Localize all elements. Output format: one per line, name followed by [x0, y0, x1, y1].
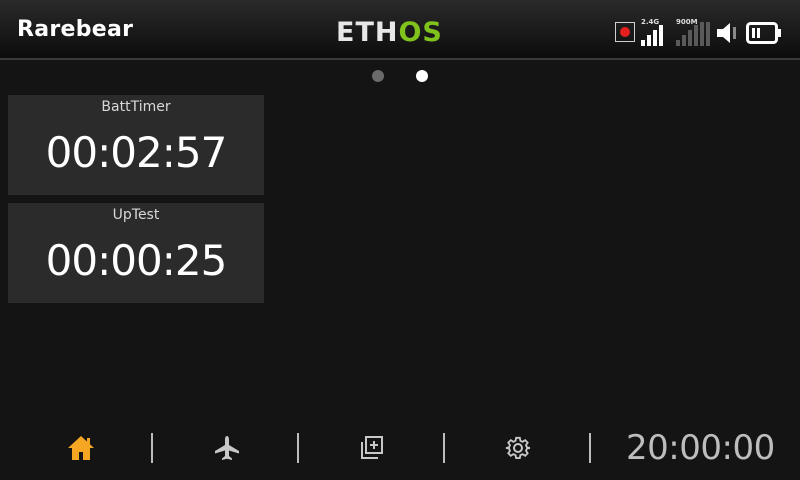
model-button[interactable] [207, 430, 247, 466]
home-button[interactable] [61, 430, 101, 466]
speaker-icon[interactable] [716, 22, 740, 44]
page-dot-2-active[interactable] [416, 70, 428, 82]
settings-button[interactable] [498, 430, 538, 466]
model-name[interactable]: Rarebear [17, 17, 133, 42]
home-icon [68, 436, 94, 460]
page-dot-1[interactable] [372, 70, 384, 82]
widget-value: 00:02:57 [45, 128, 228, 177]
logo-os: OS [398, 17, 443, 48]
widget-value: 00:00:25 [45, 236, 228, 285]
nav-separator [297, 433, 299, 463]
layout-button[interactable] [352, 430, 392, 466]
timer-widget-batttimer[interactable]: BattTimer 00:02:57 [8, 95, 264, 195]
page-indicator [372, 70, 432, 84]
logo-eth: ETH [336, 17, 399, 48]
bottom-nav: 20:00:00 [0, 420, 800, 480]
widget-title: UpTest [112, 207, 160, 223]
widget-title: BattTimer [101, 99, 171, 115]
signal-900m-icon[interactable]: 900M [676, 18, 712, 46]
nav-separator [589, 433, 591, 463]
top-bar: Rarebear ETHOS 2.4G 900M [0, 0, 800, 60]
nav-separator [443, 433, 445, 463]
record-icon[interactable] [615, 22, 635, 42]
signal-2-4g-label: 2.4G [641, 18, 660, 26]
ethos-logo: ETHOS [336, 17, 443, 48]
nav-separator [151, 433, 153, 463]
timer-widget-uptest[interactable]: UpTest 00:00:25 [8, 203, 264, 303]
system-clock: 20:00:00 [626, 428, 775, 468]
gear-icon [505, 436, 531, 460]
battery-icon[interactable] [746, 22, 782, 44]
add-layout-icon [361, 436, 383, 459]
signal-2-4g-icon[interactable]: 2.4G [641, 18, 669, 46]
airplane-icon [215, 436, 239, 460]
